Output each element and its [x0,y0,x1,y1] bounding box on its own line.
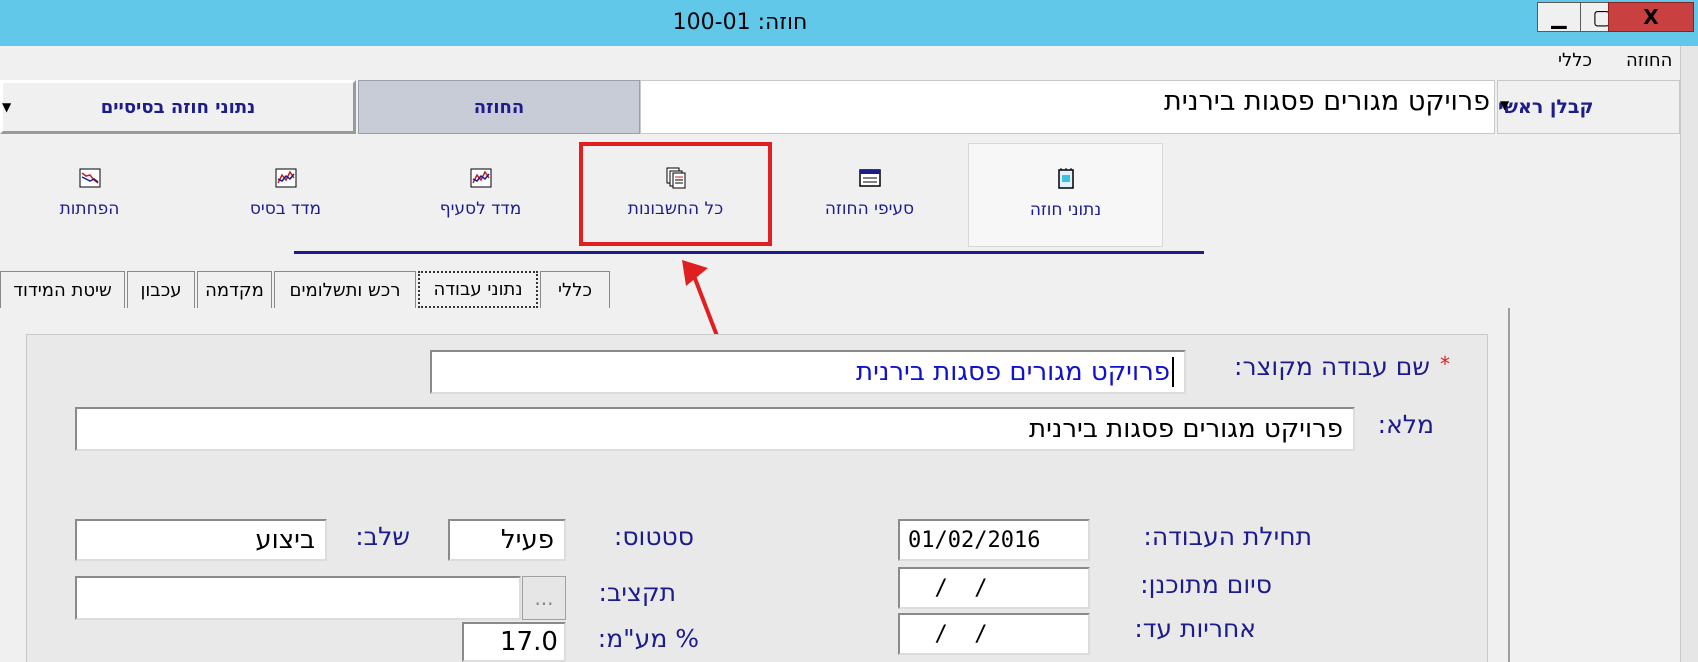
stage-value: ביצוע [255,525,315,555]
budget-input[interactable] [75,576,521,620]
planned-end-label: סיום מתוכנן: [1140,570,1272,599]
vat-label: % מע"מ: [597,624,699,653]
minimize-button[interactable]: ▁ [1537,2,1581,32]
text-cursor [1172,357,1174,387]
dropdown-arrow-icon[interactable]: ▼ [2,100,11,114]
budget-browse-button[interactable]: ... [522,576,566,620]
short-name-input[interactable]: פרויקט מגורים פסגות בירנית [430,350,1186,394]
vat-value: 17.0 [500,627,558,657]
status-input[interactable]: פעיל [448,519,566,561]
short-name-value: פרויקט מגורים פסגות בירנית [856,357,1170,387]
start-date-input[interactable]: 01/02/2016 [898,519,1090,561]
toolbar-label: נתוני חוזה [1029,200,1102,220]
menu-bar [0,46,1680,76]
menu-contract[interactable]: החוזה [1626,50,1672,71]
toolbar-deductions-button[interactable]: הפחתות [0,143,187,247]
toolbar-label: מדד בסיס [249,199,322,219]
start-date-label: תחילת העבודה: [1143,522,1312,551]
toolbar-label: מדד לסעיף [439,199,522,219]
warranty-label: אחריות עד: [1134,614,1256,643]
toolbar-contract-sections-button[interactable]: סעיפי החוזה [772,143,967,247]
window-title: חוזה: 100-01 [672,10,808,35]
vertical-scrollbar[interactable] [1680,46,1698,662]
full-name-label: מלא: [1377,410,1434,439]
planned-end-input[interactable]: / / [898,567,1090,609]
toolbar-contract-data-button[interactable]: נתוני חוזה [968,143,1163,247]
highlight-box [579,142,772,246]
table-icon [858,169,881,187]
toolbar-label: הפחתות [59,199,120,219]
required-mark: * [1440,352,1450,376]
tab-measurement[interactable]: שיטת המידוד [0,271,125,308]
warranty-value: / / [908,621,988,647]
budget-label: תקציב: [598,578,676,607]
dropdown-arrow-icon[interactable]: ▼ [1500,98,1509,112]
chart-icon [470,168,491,188]
notepad-icon [1057,168,1074,189]
stage-label: שלב: [355,522,410,551]
menu-general[interactable]: כללי [1558,50,1592,71]
tab-work-data[interactable]: נתוני עבודה [418,271,538,308]
tab-delay[interactable]: עכבון [127,271,195,308]
chart-down-icon [79,168,100,188]
full-name-input[interactable]: פרויקט מגורים פסגות בירנית [75,407,1355,451]
contractor-dropdown[interactable]: קבלן ראשי [1497,80,1680,134]
close-button[interactable]: X [1608,2,1694,32]
full-name-value: פרויקט מגורים פסגות בירנית [1029,414,1343,444]
status-value: פעיל [500,525,554,555]
toolbar-index-per-section-button[interactable]: מדד לסעיף [383,143,578,247]
header-tab-contract[interactable]: החוזה [358,80,640,134]
vat-input[interactable]: 17.0 [462,622,566,662]
tab-general[interactable]: כללי [540,271,610,308]
tab-property-payments[interactable]: רכש ותשלומים [274,271,416,308]
toolbar-divider [294,251,1204,254]
status-label: סטטוס: [613,522,694,551]
toolbar-label: סעיפי החוזה [824,199,915,219]
warranty-input[interactable]: / / [898,613,1090,655]
project-name: פרויקט מגורים פסגות בירנית [1163,86,1490,117]
chart-icon [275,168,296,188]
planned-end-value: / / [908,575,988,601]
start-date-value: 01/02/2016 [908,527,1041,553]
header-tab-basic-data[interactable]: נתוני חוזה בסיסיים [0,80,356,134]
toolbar-base-index-button[interactable]: מדד בסיס [188,143,383,247]
contractor-label: קבלן ראשי [1498,96,1594,118]
tab-advance[interactable]: מקדמה [197,271,272,308]
short-name-label: שם עבודה מקוצר: [1234,352,1430,381]
stage-input[interactable]: ביצוע [75,519,327,561]
